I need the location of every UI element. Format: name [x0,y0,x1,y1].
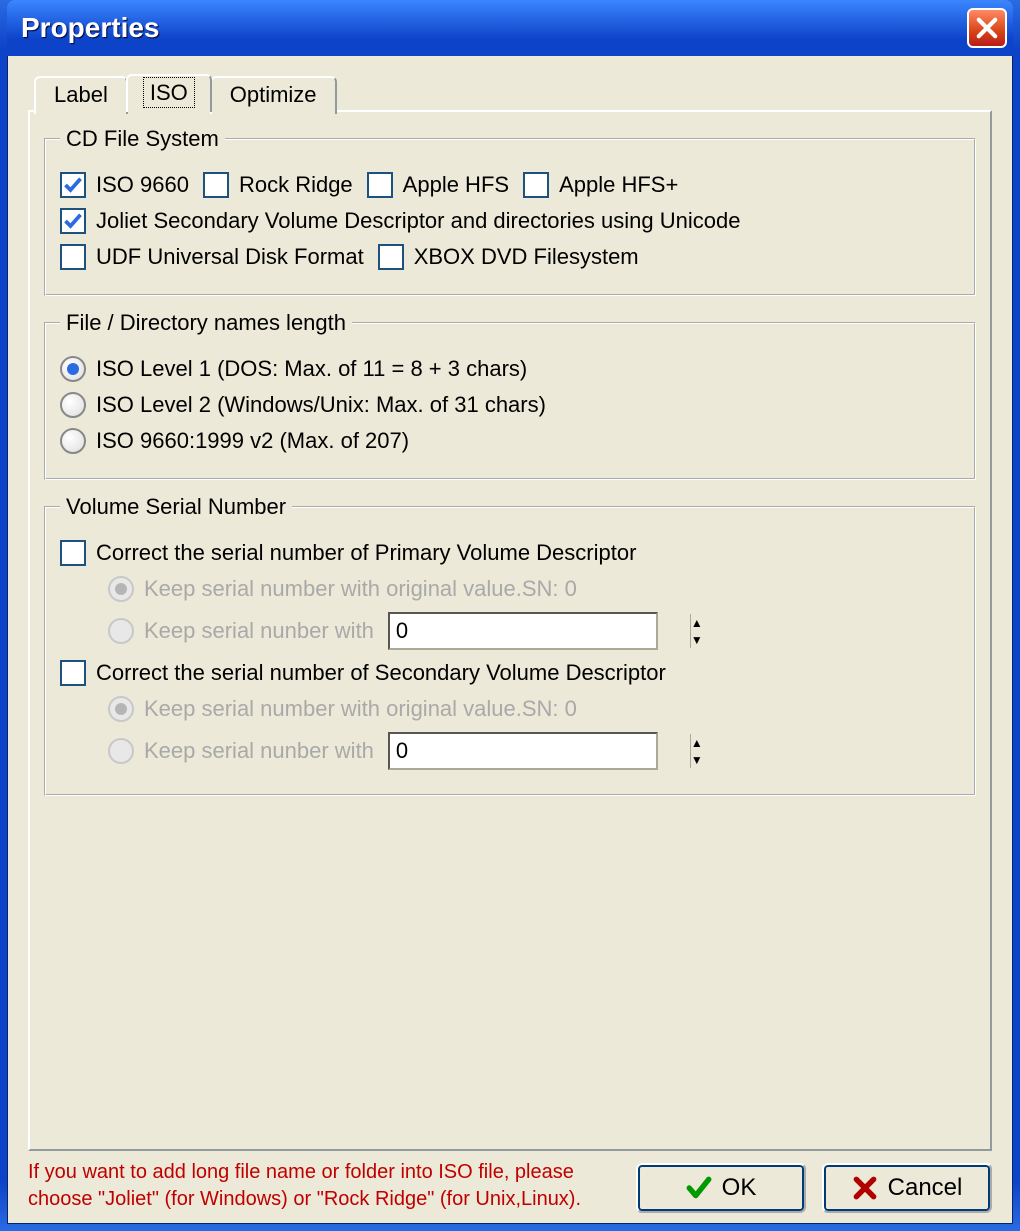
checkbox-icon [60,172,86,198]
group-names: File / Directory names length ISO Level … [44,310,976,480]
hint-text: If you want to add long file name or fol… [28,1159,620,1213]
spin-up-icon[interactable]: ▲ [691,614,703,631]
group-filesystem-legend: CD File System [60,126,225,152]
check-icon [686,1175,712,1201]
cancel-button[interactable]: Cancel [822,1163,992,1213]
spin-secondary-sn[interactable]: ▲ ▼ [388,732,658,770]
window-title: Properties [21,12,967,44]
radio-primary-keep-original: Keep serial number with original value.S… [108,576,577,602]
radio-icon [108,696,134,722]
spin-primary-input[interactable] [390,614,690,648]
check-joliet[interactable]: Joliet Secondary Volume Descriptor and d… [60,208,740,234]
check-iso9660[interactable]: ISO 9660 [60,172,189,198]
check-applehfs[interactable]: Apple HFS [367,172,509,198]
check-rockridge[interactable]: Rock Ridge [203,172,353,198]
radio-secondary-keep-original: Keep serial number with original value.S… [108,696,577,722]
radio-secondary-keep-with: Keep serial nunber with [108,738,374,764]
checkbox-icon [60,540,86,566]
radio-icon [60,428,86,454]
checkbox-icon [203,172,229,198]
radio-icon [108,576,134,602]
radio-icon [60,392,86,418]
radio-primary-keep-with: Keep serial nunber with [108,618,374,644]
check-xbox[interactable]: XBOX DVD Filesystem [378,244,639,270]
titlebar[interactable]: Properties [7,0,1013,56]
tab-label[interactable]: Label [34,76,128,114]
checkbox-icon [378,244,404,270]
checkbox-icon [523,172,549,198]
ok-button[interactable]: OK [636,1163,806,1213]
tab-iso[interactable]: ISO [126,74,212,112]
client-area: Label ISO Optimize CD File System ISO 96… [7,56,1013,1224]
radio-icon [60,356,86,382]
checkbox-icon [367,172,393,198]
spin-down-icon[interactable]: ▼ [691,631,703,648]
spin-primary-sn[interactable]: ▲ ▼ [388,612,658,650]
spin-down-icon[interactable]: ▼ [691,751,703,768]
tab-optimize[interactable]: Optimize [210,76,337,114]
radio-icon [108,618,134,644]
close-button[interactable] [967,8,1007,48]
spin-up-icon[interactable]: ▲ [691,734,703,751]
check-applehfsplus[interactable]: Apple HFS+ [523,172,678,198]
check-correct-primary[interactable]: Correct the serial number of Primary Vol… [60,540,636,566]
cross-icon [852,1175,878,1201]
checkbox-icon [60,208,86,234]
group-filesystem: CD File System ISO 9660 Rock Ridge Apple… [44,126,976,296]
radio-iso1999[interactable]: ISO 9660:1999 v2 (Max. of 207) [60,428,409,454]
radio-icon [108,738,134,764]
tab-panel-iso: CD File System ISO 9660 Rock Ridge Apple… [28,110,992,1151]
spin-secondary-input[interactable] [390,734,690,768]
check-udf[interactable]: UDF Universal Disk Format [60,244,364,270]
checkbox-icon [60,244,86,270]
check-correct-secondary[interactable]: Correct the serial number of Secondary V… [60,660,666,686]
group-vsn: Volume Serial Number Correct the serial … [44,494,976,796]
group-names-legend: File / Directory names length [60,310,352,336]
tab-bar: Label ISO Optimize [34,74,992,112]
window: Properties Label ISO Optimize CD File Sy… [0,0,1020,1231]
radio-level1[interactable]: ISO Level 1 (DOS: Max. of 11 = 8 + 3 cha… [60,356,527,382]
radio-level2[interactable]: ISO Level 2 (Windows/Unix: Max. of 31 ch… [60,392,546,418]
footer: If you want to add long file name or fol… [28,1159,992,1213]
checkbox-icon [60,660,86,686]
group-vsn-legend: Volume Serial Number [60,494,292,520]
close-icon [976,17,998,39]
